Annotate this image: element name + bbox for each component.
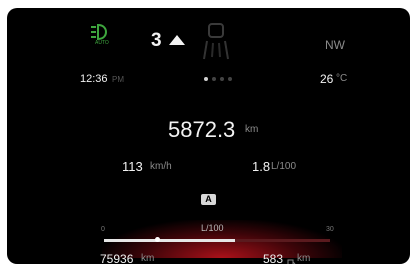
gauge-max-label: 30	[326, 226, 334, 233]
gauge-min-label: 0	[101, 226, 105, 233]
page-dot-active	[204, 77, 208, 81]
range-value: 583	[263, 252, 284, 264]
gauge-label: L/100	[201, 223, 224, 233]
fuel-pump-icon	[287, 255, 296, 264]
consumption-gauge-fill	[104, 239, 236, 242]
cluster-screen: AUTO 3 NW 12:36 PM 26 °C 5872.3 km 113 k…	[7, 8, 410, 264]
consumption-gauge-track	[104, 237, 330, 242]
odometer-value: 75936	[100, 252, 134, 264]
trip-distance-value: 5872.3	[168, 117, 236, 142]
trip-distance-unit: km	[245, 124, 259, 135]
clock-ampm: PM	[112, 75, 124, 84]
odometer-unit: km	[141, 253, 155, 264]
compass-heading: NW	[325, 38, 345, 52]
outside-temp-unit: °C	[336, 73, 348, 84]
drive-mode-badge: A	[201, 194, 216, 205]
outside-temp-value: 26	[320, 72, 334, 86]
page-indicator[interactable]	[204, 77, 236, 81]
avg-consumption-unit: L/100	[271, 161, 297, 172]
page-dot	[228, 77, 232, 81]
avg-consumption-value: 1.8	[252, 159, 271, 174]
gear-indicator: 3	[151, 30, 162, 51]
range-unit: km	[297, 253, 311, 264]
clock-time: 12:36	[80, 73, 108, 85]
shift-up-arrow-icon	[169, 32, 185, 50]
page-dot	[212, 77, 216, 81]
headlight-auto-icon: AUTO	[89, 22, 111, 48]
car-lane-icon	[201, 21, 231, 66]
headlight-auto-label: AUTO	[95, 40, 109, 46]
avg-speed-value: 113	[122, 159, 143, 174]
avg-speed-unit: km/h	[150, 161, 172, 172]
gauge-average-marker	[155, 237, 160, 242]
page-dot	[220, 77, 224, 81]
